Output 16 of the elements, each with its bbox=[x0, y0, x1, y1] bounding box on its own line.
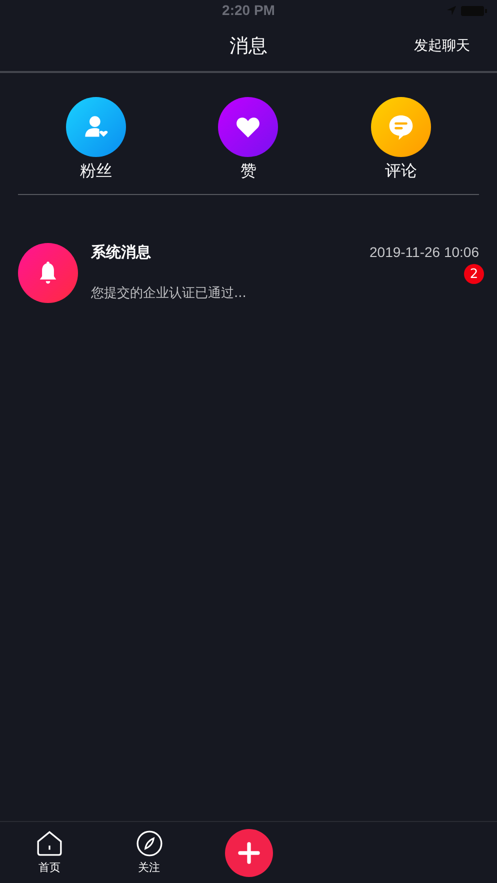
status-time: 2:20 PM bbox=[222, 2, 275, 18]
compass-icon[interactable] bbox=[136, 830, 163, 857]
plus-icon bbox=[236, 840, 262, 866]
home-icon[interactable] bbox=[36, 830, 64, 857]
category-label: 赞 bbox=[240, 161, 256, 182]
message-item[interactable]: 系统消息 2019-11-26 10:06 您提交的企业认证已通过... 2 bbox=[0, 195, 497, 303]
unread-badge: 2 bbox=[464, 264, 484, 284]
message-title: 系统消息 bbox=[91, 243, 151, 262]
page-title: 消息 bbox=[230, 34, 268, 58]
tab-label[interactable]: 首页 bbox=[38, 860, 61, 875]
start-chat-link[interactable]: 发起聊天 bbox=[414, 36, 470, 54]
message-time: 2019-11-26 10:06 bbox=[370, 244, 479, 260]
message-preview: 您提交的企业认证已通过... bbox=[91, 285, 246, 302]
tab-label[interactable]: 关注 bbox=[138, 860, 160, 875]
category-label: 评论 bbox=[384, 161, 417, 182]
category-label: 粉丝 bbox=[80, 161, 112, 182]
